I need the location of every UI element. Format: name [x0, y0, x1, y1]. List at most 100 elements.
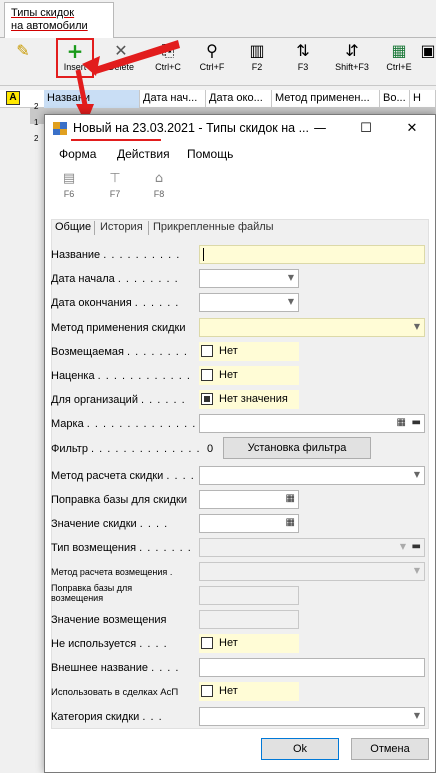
markup-value: Нет [219, 369, 238, 381]
chevron-down-icon: ▼ [287, 297, 294, 306]
delete-icon: ✕ [114, 41, 128, 60]
chevron-down-icon: ▼ [413, 470, 420, 479]
menu-help[interactable]: Помощь [187, 147, 233, 161]
reimb-value-input[interactable] [199, 610, 299, 629]
hierarchy-icon: ⊤ [109, 171, 121, 186]
for-orgs-value: Нет значения [219, 393, 288, 405]
export-button[interactable]: ▣ [420, 40, 436, 82]
sort-button[interactable]: ⇅ F3 [288, 40, 318, 82]
tab-discount-types[interactable]: Типы скидок на автомобили [4, 2, 114, 38]
lookup-icon: ▬ [411, 417, 421, 428]
tab-divider [148, 221, 149, 235]
find-label: Ctrl+F [199, 62, 225, 72]
edit-button[interactable]: ✎ [8, 40, 38, 82]
save-record-button[interactable]: ▤ F6 [57, 171, 81, 199]
hierarchy-label: F7 [109, 189, 121, 199]
title-prefix: Новый [73, 121, 112, 135]
external-name-input[interactable] [199, 658, 425, 677]
chevron-down-icon: ▼ [413, 711, 420, 720]
copy-icon: ⎘ [161, 41, 175, 60]
cancel-button[interactable]: Отмена [351, 738, 429, 760]
copy-label: Ctrl+C [155, 62, 181, 72]
label-apply-method: Метод применения скидки [51, 322, 186, 334]
label-date-start: Дата начала . . . . . . . . [51, 273, 179, 285]
ok-button[interactable]: Ok [261, 738, 339, 760]
close-button[interactable]: ✕ [389, 115, 435, 143]
menu-form[interactable]: Форма [59, 147, 96, 161]
label-external-name: Внешнее название . . . . [51, 662, 180, 674]
label-reimb-calc-method: Метод расчета возмещения . [51, 567, 174, 577]
markup-checkbox[interactable]: Нет [199, 366, 299, 385]
excel-icon: ▦ [391, 41, 407, 60]
not-used-value: Нет [219, 637, 238, 649]
brand-input[interactable]: ▦ ▬ [199, 414, 425, 433]
delete-label: Delete [107, 62, 134, 72]
chevron-down-icon: ▼ [287, 273, 294, 282]
label-filter: Фильтр . . . . . . . . . . . . . . [51, 443, 201, 455]
grid-col-markup[interactable]: Н [410, 90, 436, 108]
tab-attached-files[interactable]: Прикрепленные файлы [153, 221, 274, 233]
apply-method-select[interactable]: ▼ [199, 318, 425, 337]
reimb-type-select[interactable]: ▼ ▬ [199, 538, 425, 557]
copy-button[interactable]: ⎘ Ctrl+C [148, 40, 188, 82]
excel-button[interactable]: ▦ Ctrl+E [382, 40, 416, 82]
minimize-button[interactable]: — [297, 115, 343, 143]
calc-method-select[interactable]: ▼ [199, 466, 425, 485]
tab-general[interactable]: Общие [55, 221, 91, 233]
label-date-end: Дата окончания . . . . . . [51, 297, 180, 309]
row-number: 2 [34, 134, 39, 143]
save-record-label: F6 [63, 189, 75, 199]
hierarchy-button[interactable]: ⊤ F7 [103, 171, 127, 199]
row-number: 2 [34, 102, 39, 111]
tab-label-line1: Типы скидок [11, 7, 75, 19]
grid-col-date-start[interactable]: Дата нач... [140, 90, 206, 108]
reimb-calc-method-select[interactable]: ▼ [199, 562, 425, 581]
tab-history[interactable]: История [100, 221, 143, 233]
for-orgs-checkbox[interactable]: Нет значения [199, 390, 299, 409]
grid-corner-icon[interactable]: A [6, 91, 20, 105]
pencil-icon: ✎ [16, 41, 30, 60]
open-folder-button[interactable]: ⌂ F8 [147, 171, 171, 199]
export-icon: ▣ [420, 41, 436, 60]
use-in-deals-checkbox[interactable]: Нет [199, 682, 299, 701]
reimbursable-checkbox[interactable]: Нет [199, 342, 299, 361]
not-used-checkbox[interactable]: Нет [199, 634, 299, 653]
title-underline [71, 139, 161, 141]
category-select[interactable]: ▼ [199, 707, 425, 726]
reimb-base-input[interactable] [199, 586, 299, 605]
maximize-button[interactable]: ☐ [343, 115, 389, 143]
open-folder-label: F8 [153, 189, 165, 199]
label-brand: Марка . . . . . . . . . . . . . . [51, 418, 197, 430]
grid-col-reimb[interactable]: Во... [380, 90, 410, 108]
chevron-down-icon: ▼ [399, 542, 406, 551]
label-reimb-value: Значение возмещения [51, 614, 167, 626]
grid-col-date-end[interactable]: Дата око... [206, 90, 272, 108]
sort-label: F3 [297, 62, 309, 72]
name-input[interactable] [199, 245, 425, 264]
set-filter-button[interactable]: Установка фильтра [223, 437, 371, 459]
binoculars-icon: ⚲ [206, 41, 218, 60]
delete-button[interactable]: ✕ Delete [104, 40, 138, 82]
label-reimb-base: Поправка базы для возмещения [51, 583, 133, 603]
date-start-picker[interactable]: ▼ [199, 269, 299, 288]
new-record-dialog: Новый на 23.03.2021 - Типы скидок на ...… [44, 114, 436, 773]
calculator-icon: ▦ [396, 417, 406, 428]
save-record-icon: ▤ [62, 171, 76, 186]
chevron-down-icon: ▼ [413, 322, 420, 331]
tab-label-line2: на автомобили [11, 20, 88, 32]
grid-col-method[interactable]: Метод применен... [272, 90, 380, 108]
find-button[interactable]: ⚲ Ctrl+F [192, 40, 232, 82]
label-discount-value: Значение скидки . . . . [51, 518, 169, 530]
menu-actions[interactable]: Действия [117, 147, 170, 161]
label-for-orgs: Для организаций . . . . . . [51, 394, 186, 406]
filter-sort-button[interactable]: ⇵ Shift+F3 [330, 40, 374, 82]
title-rest: на 23.03.2021 - Типы скидок на ... [111, 121, 309, 135]
base-correction-input[interactable]: ▦ [199, 490, 299, 509]
grid-col-name[interactable]: Названи [44, 90, 140, 108]
date-end-picker[interactable]: ▼ [199, 293, 299, 312]
checkbox-box [201, 393, 213, 405]
columns-button[interactable]: ▥ F2 [242, 40, 272, 82]
discount-value-input[interactable]: ▦ [199, 514, 299, 533]
calculator-icon: ▦ [285, 493, 295, 504]
filter-sort-label: Shift+F3 [335, 62, 369, 72]
